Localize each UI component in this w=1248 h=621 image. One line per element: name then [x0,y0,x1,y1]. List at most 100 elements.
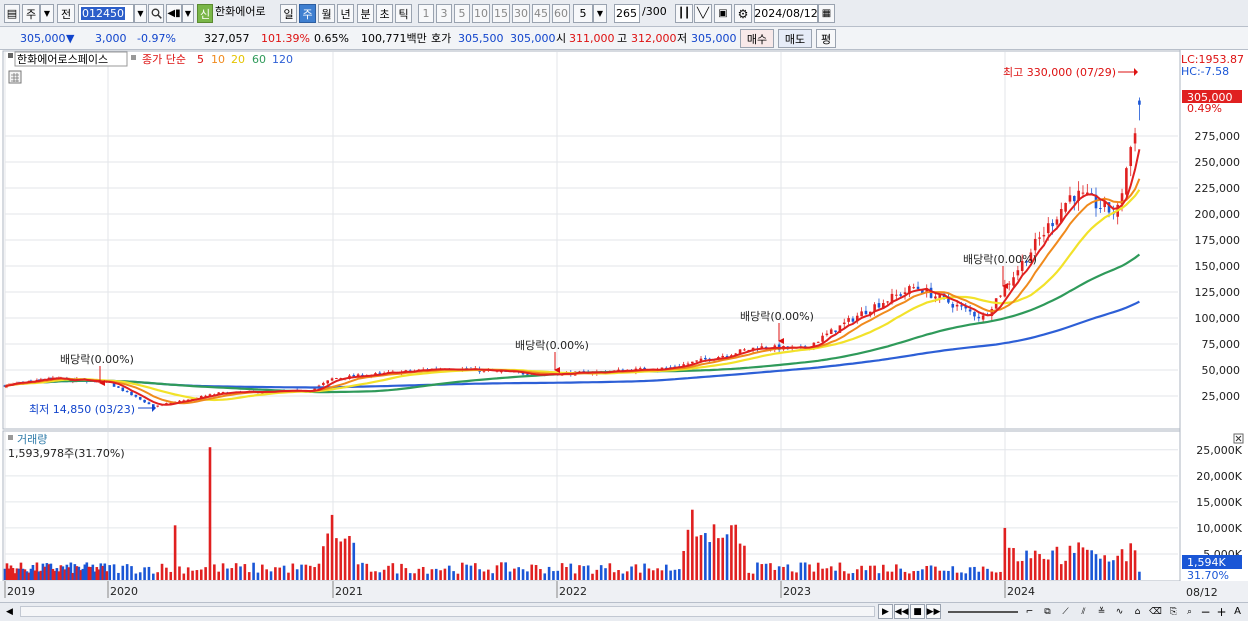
candle-body [1003,285,1007,297]
prev-button[interactable]: 전 [57,4,75,23]
zoom-search-icon[interactable]: ⌕ [1182,604,1197,619]
period-type-select[interactable]: 주 [22,4,40,23]
period-second-button[interactable]: 초 [376,4,393,23]
period-day-button[interactable]: 일 [280,4,297,23]
volume-bar [382,569,386,580]
layout-icon[interactable]: ▤ [4,4,20,23]
volume-bar [105,571,109,580]
volume-bar [634,564,638,580]
interval-1-button[interactable]: 1 [418,4,434,23]
interval-value: 5 [579,7,587,20]
zoom-out-icon[interactable]: − [1198,604,1213,619]
stop-icon[interactable]: ■ [910,604,925,619]
flat-button[interactable]: 평 [816,29,836,48]
volume-bar [973,566,976,580]
candle-body [143,399,146,403]
calendar-icon[interactable]: ▦ [818,4,835,23]
period-week-button[interactable]: 주 [299,4,316,23]
count-input[interactable]: 265 [614,4,640,23]
volume-bar [847,573,850,580]
interval-3-button[interactable]: 3 [436,4,452,23]
period-day-label: 일 [283,7,294,21]
candle-body [1046,223,1050,234]
fibonacci-icon[interactable]: ≚ [1094,604,1109,619]
volume-bar [678,569,681,580]
interval-45-button[interactable]: 45 [532,4,550,23]
period-month-button[interactable]: 월 [318,4,335,23]
interval-15-button[interactable]: 15 [492,4,510,23]
draw-tools-icon[interactable]: ╲╱ [694,4,712,23]
volume-bar [834,570,837,580]
volume-bar [769,563,772,580]
search-icon[interactable] [148,4,164,23]
candle-body [916,286,920,289]
volume-bar [695,536,698,580]
code-dropdown-icon[interactable]: ▼ [134,4,147,23]
y-tick-label: 100,000 [1195,312,1241,325]
parallel-line-icon[interactable]: ⫽ [1076,604,1091,619]
volume-bar [1068,545,1072,580]
buy-button[interactable]: 매수 [740,29,774,48]
volume-bar [508,571,512,580]
volume-bar [660,570,664,580]
jump-start-icon[interactable]: ◀◀ [894,604,909,619]
wave-icon[interactable]: ∿ [1112,604,1127,619]
stock-chart[interactable]: 25,000 50,000 75,000 100,000 125,000 150,000 1… [0,50,1248,602]
sell-button[interactable]: 매도 [778,29,812,48]
volume-bar [1138,571,1141,580]
shape-icon[interactable]: ⌂ [1130,604,1145,619]
volume-bar [313,567,316,580]
y-tick-label: 75,000 [1202,338,1241,351]
chevron-down-icon[interactable]: ▼ [40,4,54,23]
period-year-button[interactable]: 년 [337,4,354,23]
volume-bar [547,566,551,580]
interval-input[interactable]: 5 [573,4,593,23]
sound-dropdown-icon[interactable]: ▼ [182,4,194,23]
scroll-right-icon[interactable]: ▶ [878,604,893,619]
eraser-icon[interactable]: ⌫ [1148,604,1163,619]
interval-dropdown-icon[interactable]: ▼ [593,4,607,23]
volume-bar [495,565,499,580]
stock-code-input[interactable]: 012450 [78,4,134,23]
sound-icon[interactable]: ◀▮ [166,4,182,23]
volume-bar [504,562,507,580]
candle-body [1125,168,1128,195]
interval-10-label: 10 [474,7,488,20]
jump-end-icon[interactable]: ▶▶ [926,604,941,619]
stock-code-value: 012450 [81,7,125,20]
interval-10-button[interactable]: 10 [472,4,490,23]
zoom-in-icon[interactable]: + [1214,604,1229,619]
interval-60-button[interactable]: 60 [552,4,570,23]
save-icon[interactable]: ▣ [714,4,732,23]
volume-bar [669,570,672,580]
zoom-slider[interactable] [948,611,1018,613]
date-input[interactable]: 2024/08/12 [754,4,818,23]
gear-icon[interactable]: ⚙ [734,4,752,23]
horizontal-scrollbar[interactable] [20,606,875,617]
candle-body [1007,283,1011,285]
copy-icon[interactable]: ⧉ [1040,604,1055,619]
period-tick-button[interactable]: 틱 [395,4,412,23]
volume-bar [130,566,133,580]
copy-chart-icon[interactable]: ⎘ [1166,604,1181,619]
candle-body [968,309,972,312]
volume-bar [895,564,898,580]
period-minute-button[interactable]: 분 [357,4,374,23]
candle-body [704,357,707,360]
scroll-left-icon[interactable]: ◀ [2,604,17,619]
crosshair-icon[interactable]: ⌐ [1022,604,1037,619]
candle-type-icon[interactable]: ┃┃ [675,4,693,23]
volume-bar [491,573,494,580]
volume-bar [808,564,811,580]
trend-line-icon[interactable]: ⟋ [1058,604,1073,619]
interval-5-button[interactable]: 5 [454,4,470,23]
volume-bar [369,571,373,580]
auto-scale-icon[interactable]: A [1230,604,1245,619]
candle-body [1012,277,1015,286]
volume-bar [717,538,720,580]
candle-body [934,296,937,299]
volume-bar [160,563,164,580]
volume-bar [339,541,343,580]
count-total: /300 [642,5,667,18]
interval-30-button[interactable]: 30 [512,4,530,23]
